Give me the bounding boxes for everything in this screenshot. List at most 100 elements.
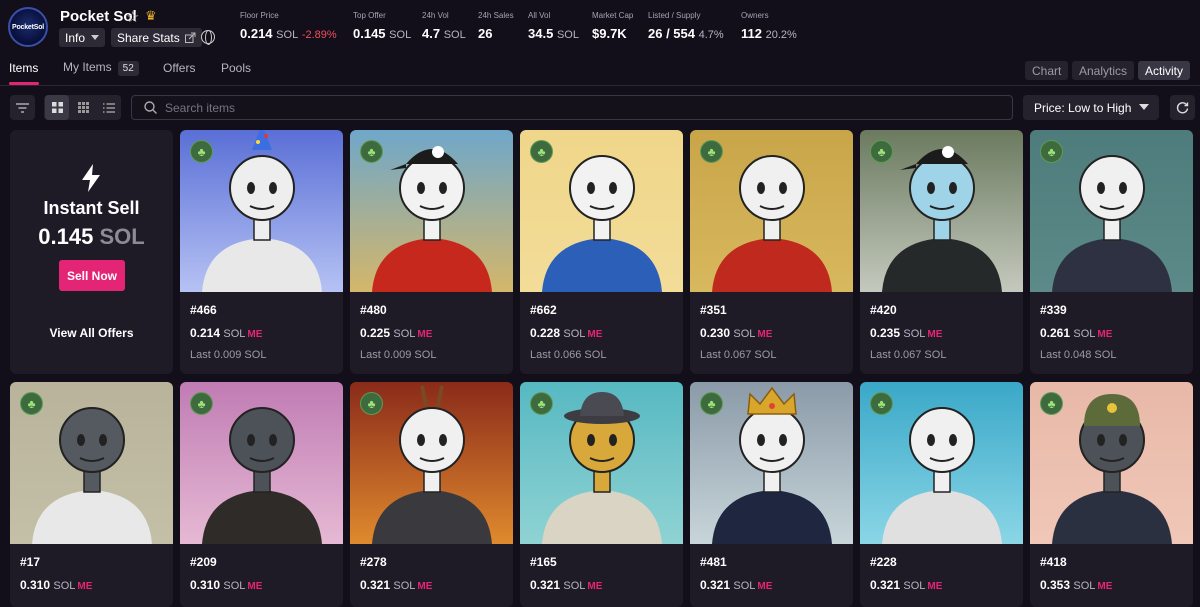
nft-price: 0.321 SOL ME — [360, 578, 432, 592]
nft-price-unit: SOL — [903, 328, 926, 340]
clover-icon: ♣ — [190, 392, 213, 415]
sell-now-button[interactable]: Sell Now — [59, 260, 125, 291]
info-label: Info — [65, 30, 86, 45]
nft-name: #662 — [530, 303, 557, 317]
stat-value: 4.7 — [422, 26, 441, 41]
nft-price-unit: SOL — [393, 580, 416, 592]
view-all-offers-link[interactable]: View All Offers — [10, 326, 173, 340]
grid-small-view-button[interactable] — [71, 95, 95, 120]
nft-price-unit: SOL — [563, 580, 586, 592]
info-dropdown[interactable]: Info — [59, 28, 106, 47]
magic-eden-icon: ME — [587, 329, 603, 340]
clover-icon: ♣ — [870, 140, 893, 163]
nft-card[interactable]: ♣ #466 0.214 SOL ME Last 0.009 SOL — [180, 130, 343, 374]
nft-price-value: 0.310 — [190, 578, 221, 592]
nft-card[interactable]: ♣ #165 0.321 SOL ME — [520, 382, 683, 607]
stat-unit: SOL — [389, 29, 412, 41]
nft-price-value: 0.310 — [20, 578, 51, 592]
magic-eden-icon: ME — [1097, 581, 1113, 592]
magic-eden-icon: ME — [77, 581, 93, 592]
stat-value: 0.214 — [240, 26, 273, 41]
tab-pools[interactable]: Pools — [221, 61, 251, 75]
magic-eden-icon: ME — [247, 581, 263, 592]
nft-card[interactable]: ♣ #662 0.228 SOL ME Last 0.066 SOL — [520, 130, 683, 374]
stat-label: Market Cap — [592, 11, 634, 20]
share-label: Share Stats — [117, 30, 180, 45]
stat-label: All Vol — [528, 11, 551, 20]
stat-label: 24h Sales — [478, 11, 514, 20]
magic-eden-icon: ME — [417, 329, 433, 340]
tab-items[interactable]: Items — [9, 61, 38, 75]
refresh-button[interactable] — [1170, 95, 1195, 120]
lightning-bolt-icon — [82, 164, 100, 192]
tab-my-items[interactable]: My Items 52 — [63, 60, 139, 76]
clover-icon: ♣ — [700, 392, 723, 415]
grid-large-icon — [51, 102, 63, 113]
tab-analytics[interactable]: Analytics — [1072, 61, 1135, 80]
list-view-button[interactable] — [97, 95, 121, 120]
stat-market-cap: Market Cap $9.7K — [592, 11, 633, 41]
share-stats-button[interactable]: Share Stats — [111, 28, 202, 47]
stat-change: -2.89% — [301, 29, 337, 41]
nft-name: #481 — [700, 555, 727, 569]
stat-value: $9.7K — [592, 26, 627, 41]
my-items-count-badge: 52 — [117, 61, 139, 76]
grid-large-view-button[interactable] — [45, 95, 69, 120]
nft-card[interactable]: ♣ #209 0.310 SOL ME — [180, 382, 343, 607]
search-input[interactable] — [165, 100, 965, 115]
globe-icon[interactable] — [201, 30, 215, 45]
nft-price-unit: SOL — [53, 580, 76, 592]
nft-card[interactable]: ♣ #17 0.310 SOL ME — [10, 382, 173, 607]
nft-card[interactable]: ♣ #420 0.235 SOL ME Last 0.067 SOL — [860, 130, 1023, 374]
nft-card[interactable]: ♣ #278 0.321 SOL ME — [350, 382, 513, 607]
nft-price-value: 0.321 — [870, 578, 901, 592]
nft-card[interactable]: ♣ #351 0.230 SOL ME Last 0.067 SOL — [690, 130, 853, 374]
nft-card[interactable]: ♣ #228 0.321 SOL ME — [860, 382, 1023, 607]
nft-last-sale: Last 0.066 SOL — [530, 349, 607, 361]
tab-chart[interactable]: Chart — [1025, 61, 1069, 80]
stat-owners: Owners 112 20.2% — [741, 11, 797, 41]
nft-card[interactable]: ♣ #418 0.353 SOL ME — [1030, 382, 1193, 607]
instant-sell-title: Instant Sell — [43, 198, 140, 218]
nft-name: #480 — [360, 303, 387, 317]
nft-price-value: 0.353 — [1040, 578, 1071, 592]
nft-price: 0.230 SOL ME — [700, 326, 772, 340]
filter-toggle-button[interactable] — [10, 95, 35, 120]
tab-activity[interactable]: Activity — [1138, 61, 1191, 80]
stat-label: Owners — [741, 11, 769, 20]
nft-last-sale: Last 0.067 SOL — [870, 349, 947, 361]
nft-name: #209 — [190, 555, 217, 569]
stat-value: 26 / 554 — [648, 26, 695, 41]
nft-last-sale: Last 0.067 SOL — [700, 349, 777, 361]
nft-name: #420 — [870, 303, 897, 317]
nft-price-unit: SOL — [733, 328, 756, 340]
star-icon[interactable]: ☆ — [126, 8, 139, 26]
clover-icon: ♣ — [1040, 140, 1063, 163]
grid-small-icon — [77, 102, 89, 113]
clover-icon: ♣ — [530, 140, 553, 163]
magic-eden-icon: ME — [927, 581, 943, 592]
tab-offers[interactable]: Offers — [163, 61, 195, 75]
stat-unit: SOL — [276, 29, 299, 41]
nft-price-value: 0.235 — [870, 326, 901, 340]
stat-value: 34.5 — [528, 26, 554, 41]
nft-card[interactable]: ♣ #339 0.261 SOL ME Last 0.048 SOL — [1030, 130, 1193, 374]
sort-dropdown[interactable]: Price: Low to High — [1023, 95, 1159, 120]
magic-eden-icon: ME — [587, 581, 603, 592]
clover-icon: ♣ — [360, 392, 383, 415]
share-icon — [184, 32, 196, 43]
nft-name: #165 — [530, 555, 557, 569]
stat-24h-sales: 24h Sales 26 — [478, 11, 514, 41]
nft-card[interactable]: ♣ #480 0.225 SOL ME Last 0.009 SOL — [350, 130, 513, 374]
nft-price: 0.261 SOL ME — [1040, 326, 1112, 340]
collection-logo: PocketSol — [8, 7, 48, 47]
nft-price: 0.228 SOL ME — [530, 326, 602, 340]
list-icon — [103, 102, 115, 113]
stat-all-vol: All Vol 34.5 SOL — [528, 11, 579, 41]
nft-last-sale: Last 0.009 SOL — [190, 349, 267, 361]
stat-value: 26 — [478, 26, 493, 41]
nft-price-unit: SOL — [223, 328, 246, 340]
nft-card[interactable]: ♣ #481 0.321 SOL ME — [690, 382, 853, 607]
nft-name: #351 — [700, 303, 727, 317]
nft-price: 0.225 SOL ME — [360, 326, 432, 340]
